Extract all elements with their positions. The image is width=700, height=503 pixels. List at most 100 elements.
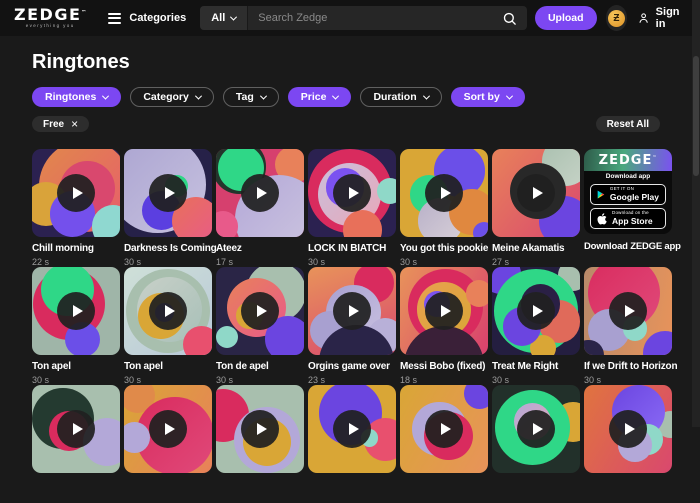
apple-icon: [597, 213, 607, 225]
search-input[interactable]: [248, 12, 498, 24]
zedge-logo[interactable]: ZEDGE™ everything you: [14, 7, 86, 29]
play-icon: [349, 305, 359, 317]
download-app-label: Download app: [606, 173, 650, 180]
filter-chip-sort-by[interactable]: Sort by: [451, 87, 525, 107]
sign-in-button[interactable]: Sign in: [637, 6, 686, 30]
user-icon: [637, 10, 650, 26]
filter-chip-label: Category: [143, 91, 189, 103]
ringtone-card[interactable]: Meine Akamatis27 s: [492, 149, 580, 267]
ringtone-artwork: [124, 267, 212, 355]
applied-filter-label: Free: [43, 119, 64, 130]
ringtone-card[interactable]: Ton apel30 s: [32, 267, 120, 385]
ringtone-artwork: [124, 149, 212, 237]
play-icon: [533, 423, 543, 435]
play-icon: [625, 305, 635, 317]
app-store-text: Download on the App Store: [612, 211, 653, 226]
play-icon: [441, 187, 451, 199]
play-button[interactable]: [333, 292, 371, 330]
play-button[interactable]: [333, 410, 371, 448]
play-button[interactable]: [149, 292, 187, 330]
ringtone-card[interactable]: Ateez17 s: [216, 149, 304, 267]
search-icon: [502, 11, 517, 26]
search-bar: All: [200, 6, 527, 30]
ringtone-card[interactable]: [308, 385, 396, 503]
categories-menu[interactable]: Categories: [108, 10, 186, 26]
filter-chip-ringtones[interactable]: Ringtones: [32, 87, 121, 107]
chevron-down-icon: [260, 92, 267, 99]
ringtone-card[interactable]: [124, 385, 212, 503]
play-button[interactable]: [241, 174, 279, 212]
play-button[interactable]: [425, 292, 463, 330]
ringtone-card[interactable]: [216, 385, 304, 503]
credits-button[interactable]: Ƶ: [606, 5, 628, 31]
upload-button[interactable]: Upload: [535, 6, 597, 30]
play-button[interactable]: [609, 292, 647, 330]
filter-chip-tag[interactable]: Tag: [223, 87, 279, 107]
google-play-icon: [597, 189, 605, 200]
ringtone-card[interactable]: [400, 385, 488, 503]
ringtone-card[interactable]: [584, 385, 672, 503]
chevron-down-icon: [506, 92, 513, 99]
play-button[interactable]: [609, 410, 647, 448]
applied-filter-free[interactable]: Free ×: [32, 116, 89, 132]
app-promo-card[interactable]: ZEDGE™ Download app GET IT ON Google Pla…: [584, 149, 672, 267]
ringtone-card[interactable]: Treat Me Right30 s: [492, 267, 580, 385]
search-button[interactable]: [498, 11, 527, 26]
ringtone-card[interactable]: [492, 385, 580, 503]
sign-in-label: Sign in: [656, 6, 686, 30]
ringtone-duration: 18 s: [400, 375, 488, 385]
filter-chip-category[interactable]: Category: [130, 87, 214, 107]
ringtone-card[interactable]: Orgins game over23 s: [308, 267, 396, 385]
play-button[interactable]: [57, 174, 95, 212]
ringtone-artwork: [216, 385, 304, 473]
ringtone-card[interactable]: Messi Bobo (fixed) 18 s: [400, 267, 488, 385]
ringtone-duration: 30 s: [400, 257, 488, 267]
scrollbar[interactable]: [692, 0, 700, 427]
play-icon: [165, 423, 175, 435]
app-store-badge[interactable]: Download on the App Store: [590, 208, 666, 229]
ringtone-card[interactable]: You got this pookie30 s: [400, 149, 488, 267]
close-icon[interactable]: ×: [71, 118, 78, 130]
filter-chip-label: Duration: [373, 91, 416, 103]
play-button[interactable]: [241, 292, 279, 330]
ringtone-artwork: [584, 267, 672, 355]
ringtone-card[interactable]: [32, 385, 120, 503]
ringtone-card[interactable]: Darkness Is Coming30 s: [124, 149, 212, 267]
ringtone-title: If we Drift to Horizon: [584, 361, 672, 372]
search-scope-dropdown[interactable]: All: [200, 6, 248, 30]
play-button[interactable]: [517, 410, 555, 448]
play-icon: [533, 305, 543, 317]
ringtone-title: Meine Akamatis: [492, 243, 580, 254]
ringtone-card[interactable]: Ton apel30 s: [124, 267, 212, 385]
play-button[interactable]: [517, 174, 555, 212]
zedge-coin-icon: Ƶ: [608, 10, 625, 27]
google-play-badge[interactable]: GET IT ON Google Play: [590, 184, 666, 205]
play-button[interactable]: [57, 410, 95, 448]
play-button[interactable]: [425, 174, 463, 212]
main-content: Ringtones RingtonesCategoryTagPriceDurat…: [0, 51, 700, 503]
filter-chip-duration[interactable]: Duration: [360, 87, 441, 107]
top-navbar: ZEDGE™ everything you Categories All Upl…: [0, 0, 700, 36]
search-scope-label: All: [211, 12, 225, 24]
ringtone-artwork: [400, 149, 488, 237]
play-button[interactable]: [425, 410, 463, 448]
scrollbar-thumb[interactable]: [693, 56, 699, 176]
play-button[interactable]: [57, 292, 95, 330]
play-button[interactable]: [149, 410, 187, 448]
play-button[interactable]: [517, 292, 555, 330]
filter-chip-price[interactable]: Price: [288, 87, 352, 107]
play-button[interactable]: [333, 174, 371, 212]
ringtone-card[interactable]: If we Drift to Horizon30 s: [584, 267, 672, 385]
ringtone-card[interactable]: Chill morning22 s: [32, 149, 120, 267]
ringtone-card[interactable]: Ton de apel30 s: [216, 267, 304, 385]
play-icon: [533, 187, 543, 199]
play-button[interactable]: [241, 410, 279, 448]
chevron-down-icon: [332, 92, 339, 99]
ringtone-duration: 23 s: [308, 375, 396, 385]
chevron-down-icon: [423, 92, 430, 99]
ringtone-title: Messi Bobo (fixed): [400, 361, 488, 372]
reset-all-button[interactable]: Reset All: [596, 116, 660, 132]
play-icon: [441, 423, 451, 435]
ringtone-card[interactable]: LOCK IN BIATCH30 s: [308, 149, 396, 267]
play-button[interactable]: [149, 174, 187, 212]
